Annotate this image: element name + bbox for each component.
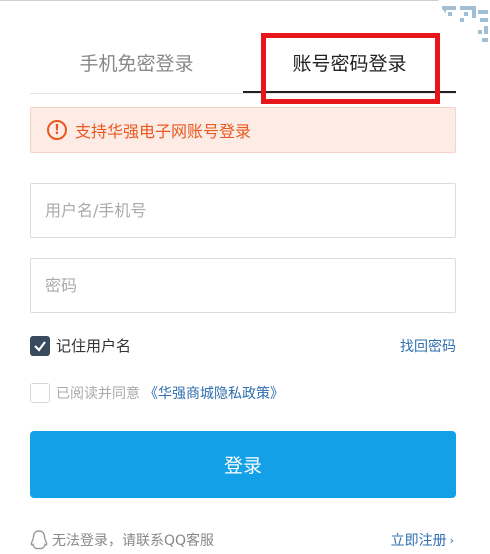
login-tabs: 手机免密登录 账号密码登录: [30, 38, 456, 94]
remember-username-label: 记住用户名: [56, 337, 132, 355]
username-input[interactable]: [31, 184, 455, 237]
register-link[interactable]: 立即注册 ›: [391, 530, 454, 550]
tab-sms-login[interactable]: 手机免密登录: [30, 38, 243, 93]
top-divider: [0, 0, 490, 1]
password-input[interactable]: [31, 259, 455, 312]
qq-support-text[interactable]: 无法登录，请联系QQ客服: [52, 530, 214, 550]
qq-penguin-icon: [30, 530, 48, 550]
qq-support-row: 无法登录，请联系QQ客服: [30, 530, 214, 550]
login-notice: ! 支持华强电子网账号登录: [30, 107, 456, 153]
privacy-agree-checkbox[interactable]: [30, 383, 50, 403]
register-label: 立即注册: [390, 533, 447, 549]
remember-username-checkbox[interactable]: [30, 335, 50, 356]
login-button[interactable]: 登录: [30, 431, 456, 498]
username-field-box: [30, 183, 456, 238]
forgot-password-link[interactable]: 找回密码: [400, 336, 456, 356]
chevron-right-icon: ›: [449, 533, 454, 547]
exclamation-circle-icon: !: [47, 120, 67, 140]
tab-password-login[interactable]: 账号密码登录: [243, 38, 456, 93]
password-field-box: [30, 258, 456, 313]
privacy-agree-label: 已阅读并同意: [56, 386, 140, 402]
checkmark-icon: [34, 340, 46, 352]
privacy-policy-link[interactable]: 《华强商城隐私政策》: [144, 383, 284, 403]
remember-username-row: 记住用户名: [30, 335, 131, 356]
notice-text: 支持华强电子网账号登录: [75, 122, 252, 141]
privacy-agree-row: 已阅读并同意 《华强商城隐私政策》: [30, 383, 284, 403]
